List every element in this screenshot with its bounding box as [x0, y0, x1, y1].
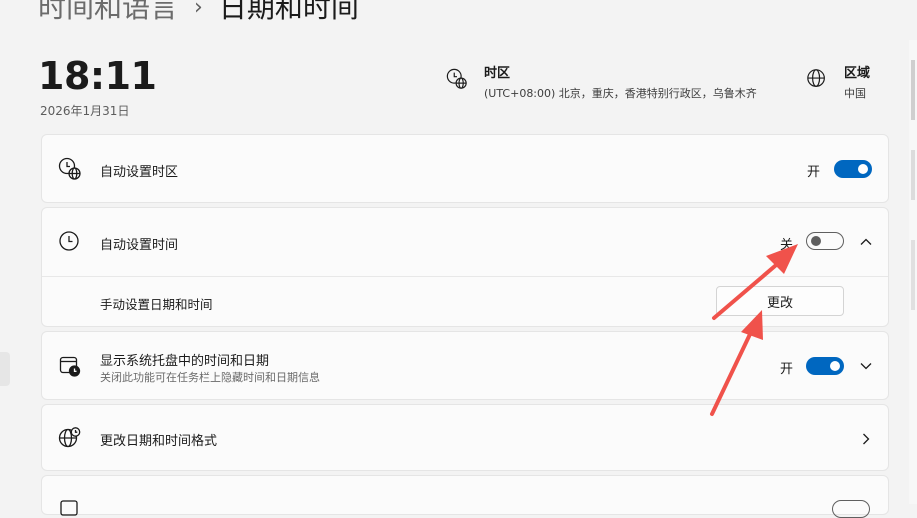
clock-icon: [59, 231, 79, 251]
next-setting-toggle[interactable]: [832, 500, 870, 518]
show-tray-toggle[interactable]: [806, 357, 844, 375]
left-edge-handle: [0, 352, 10, 386]
setting-icon: [60, 500, 78, 516]
show-tray-card: 显示系统托盘中的时间和日期 关闭此功能可在任务栏上隐藏时间和日期信息 开: [41, 331, 889, 400]
timezone-icon: [58, 157, 81, 180]
chevron-down-icon[interactable]: [859, 359, 873, 373]
auto-time-row[interactable]: 自动设置时间 关: [42, 208, 888, 276]
show-tray-state: 开: [780, 362, 794, 377]
manual-set-row: 手动设置日期和时间 更改: [42, 277, 888, 327]
toggle-knob: [811, 236, 821, 246]
auto-timezone-state: 开: [807, 165, 821, 180]
auto-timezone-row: 自动设置时区 开: [42, 135, 888, 204]
page-title: 日期和时间: [218, 0, 359, 24]
format-row[interactable]: 更改日期和时间格式: [42, 405, 888, 472]
toggle-knob: [858, 164, 868, 174]
timezone-icon: [446, 68, 467, 89]
auto-timezone-toggle[interactable]: [834, 160, 872, 178]
globe-icon: [807, 69, 825, 87]
auto-timezone-card: 自动设置时区 开: [41, 134, 889, 203]
clock-time: 18:11: [38, 54, 157, 98]
timezone-title: 时区: [484, 66, 511, 81]
auto-time-state: 关: [780, 238, 794, 253]
scrollbar[interactable]: [909, 40, 917, 504]
chevron-up-icon[interactable]: [859, 235, 873, 249]
format-card[interactable]: 更改日期和时间格式: [41, 404, 889, 471]
toggle-knob: [830, 361, 840, 371]
manual-set-label: 手动设置日期和时间: [100, 297, 213, 312]
show-tray-row[interactable]: 显示系统托盘中的时间和日期 关闭此功能可在任务栏上隐藏时间和日期信息 开: [42, 332, 888, 401]
auto-time-label: 自动设置时间: [100, 238, 179, 253]
auto-time-card: 自动设置时间 关 手动设置日期和时间 更改: [41, 207, 889, 327]
region-value: 中国: [844, 87, 866, 100]
timezone-value: (UTC+08:00) 北京，重庆，香港特别行政区，乌鲁木齐: [484, 87, 757, 100]
auto-timezone-label: 自动设置时区: [100, 165, 179, 180]
chevron-right-icon: [863, 433, 870, 445]
breadcrumb: 时间和语言 › 日期和时间: [38, 0, 359, 26]
timezone-info: 时区 (UTC+08:00) 北京，重庆，香港特别行政区，乌鲁木齐: [446, 62, 757, 101]
breadcrumb-parent[interactable]: 时间和语言: [38, 0, 178, 24]
region-info: 区域 中国: [806, 62, 870, 101]
show-tray-label: 显示系统托盘中的时间和日期: [100, 354, 270, 369]
breadcrumb-separator: ›: [194, 0, 203, 20]
globe-format-icon: [58, 427, 81, 448]
region-title: 区域: [844, 66, 871, 81]
clock-date: 2026年1月31日: [40, 104, 130, 118]
show-tray-sublabel: 关闭此功能可在任务栏上隐藏时间和日期信息: [100, 371, 320, 384]
calendar-clock-icon: [59, 356, 81, 377]
next-setting-card[interactable]: [41, 475, 889, 518]
format-label: 更改日期和时间格式: [100, 434, 218, 449]
change-button[interactable]: 更改: [716, 286, 844, 316]
auto-time-toggle[interactable]: [806, 232, 844, 250]
